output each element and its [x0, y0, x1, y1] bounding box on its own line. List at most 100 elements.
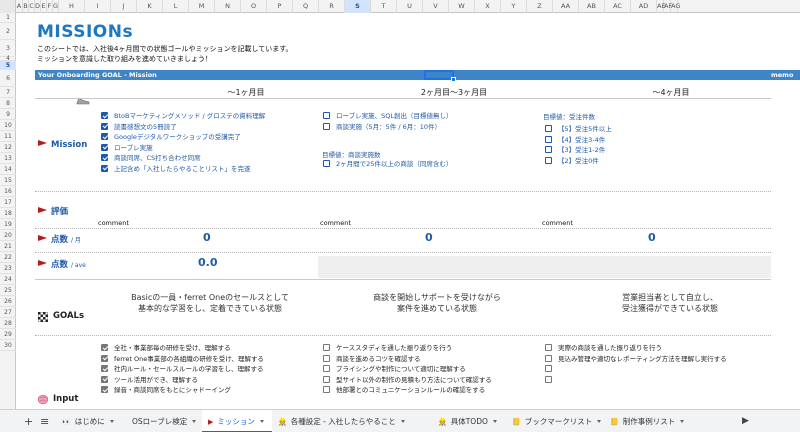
row-header-14[interactable]: 14	[0, 164, 16, 175]
row-header-8[interactable]: 8	[0, 98, 16, 109]
selected-cell[interactable]	[424, 70, 456, 82]
checkbox[interactable]	[323, 365, 330, 373]
sheet-tab[interactable]: 📒 ブックマークリスト	[506, 410, 604, 432]
column-header-ab[interactable]: AB	[579, 0, 605, 13]
column-header-y[interactable]: Y	[501, 0, 527, 13]
row-header-6[interactable]: 6	[0, 70, 16, 87]
row-header-10[interactable]: 10	[0, 120, 16, 131]
checkbox[interactable]	[545, 375, 552, 383]
select-all-corner[interactable]	[0, 0, 16, 13]
row-header-2[interactable]: 2	[0, 23, 16, 40]
column-header-h[interactable]: H	[59, 0, 85, 13]
column-header-x[interactable]: X	[475, 0, 501, 13]
column-header-i[interactable]: I	[85, 0, 111, 13]
checkbox[interactable]	[101, 112, 108, 119]
chevron-down-icon[interactable]	[680, 420, 685, 423]
row-header-29[interactable]: 29	[0, 329, 16, 340]
column-header-z[interactable]: Z	[527, 0, 553, 13]
row-header-18[interactable]: 18	[0, 208, 16, 219]
row-header-11[interactable]: 11	[0, 131, 16, 142]
checkbox[interactable]	[545, 344, 552, 351]
column-header-n[interactable]: N	[215, 0, 241, 13]
row-header-26[interactable]: 26	[0, 296, 16, 307]
column-header-aa[interactable]: AA	[553, 0, 579, 13]
column-header-q[interactable]: Q	[293, 0, 319, 13]
row-header-27[interactable]: 27	[0, 307, 16, 318]
sheet-grid[interactable]: MISSIONs このシートでは、入社後4ヶ月間での状態ゴールやミッションを記載…	[16, 13, 800, 409]
row-header-20[interactable]: 20	[0, 230, 16, 241]
sheet-tab[interactable]: 👷 具体TODO	[432, 410, 506, 432]
checkbox[interactable]	[545, 125, 552, 132]
column-header-k[interactable]: K	[137, 0, 163, 13]
column-header-m[interactable]: M	[189, 0, 215, 13]
row-header-1[interactable]: 1	[0, 13, 16, 23]
checkbox[interactable]	[545, 354, 552, 362]
chevron-down-icon[interactable]	[109, 420, 114, 423]
row-header-21[interactable]: 21	[0, 241, 16, 252]
row-header-23[interactable]: 23	[0, 263, 16, 274]
row-header-25[interactable]: 25	[0, 285, 16, 296]
checkbox[interactable]	[323, 375, 330, 383]
checkbox[interactable]	[545, 146, 552, 154]
checkbox[interactable]	[101, 143, 108, 151]
row-header-19[interactable]: 19	[0, 219, 16, 230]
chevron-down-icon[interactable]	[400, 420, 405, 423]
row-header-7[interactable]: 7	[0, 87, 16, 98]
column-header-r[interactable]: R	[319, 0, 345, 13]
checkbox[interactable]	[101, 375, 108, 383]
chevron-down-icon[interactable]	[192, 420, 197, 423]
chevron-down-icon[interactable]	[597, 420, 602, 423]
checkbox[interactable]	[101, 133, 108, 141]
sheet-tab[interactable]: ▶ ミッション	[202, 410, 272, 432]
column-header-u[interactable]: U	[397, 0, 423, 13]
column-header-a[interactable]: A	[16, 0, 23, 13]
checkbox[interactable]	[323, 344, 330, 351]
sheet-tab[interactable]: OSローブレ検定	[126, 410, 202, 432]
checkbox[interactable]	[323, 122, 330, 130]
column-header-t[interactable]: T	[371, 0, 397, 13]
sheet-tab[interactable]: 👷 各種設定 - 入社したらやること	[272, 410, 432, 432]
checkbox[interactable]	[323, 112, 330, 119]
checkbox[interactable]	[101, 365, 108, 373]
column-header-l[interactable]: L	[163, 0, 189, 13]
row-header-28[interactable]: 28	[0, 318, 16, 329]
column-header-ae[interactable]: AE	[657, 0, 666, 13]
checkbox[interactable]	[101, 122, 108, 130]
row-header-15[interactable]: 15	[0, 175, 16, 186]
checkbox[interactable]	[323, 160, 330, 167]
checkbox[interactable]	[101, 354, 108, 362]
sheet-tab[interactable]: 👀 はじめに	[56, 410, 126, 432]
column-header-ad[interactable]: AD	[631, 0, 657, 13]
checkbox[interactable]	[323, 354, 330, 362]
column-header-s[interactable]: S	[345, 0, 371, 13]
chevron-down-icon[interactable]	[492, 420, 497, 423]
row-header-16[interactable]: 16	[0, 186, 16, 197]
column-header-o[interactable]: O	[241, 0, 267, 13]
column-header-af[interactable]: AF	[664, 0, 672, 13]
checkbox[interactable]	[323, 386, 330, 394]
checkbox[interactable]	[101, 344, 108, 351]
checkbox[interactable]	[545, 156, 552, 164]
fill-handle[interactable]	[451, 77, 456, 82]
row-header-13[interactable]: 13	[0, 153, 16, 164]
all-sheets-menu-button[interactable]: ≡	[40, 410, 49, 432]
row-header-12[interactable]: 12	[0, 142, 16, 153]
checkbox[interactable]	[545, 135, 552, 143]
column-header-v[interactable]: V	[423, 0, 449, 13]
row-header-17[interactable]: 17	[0, 197, 16, 208]
checkbox[interactable]	[545, 365, 552, 373]
comment-3[interactable]: comment	[542, 219, 573, 227]
checkbox[interactable]	[101, 154, 108, 162]
row-header-30[interactable]: 30	[0, 340, 16, 351]
column-header-ac[interactable]: AC	[605, 0, 631, 13]
checkbox[interactable]	[101, 164, 108, 172]
row-header-5[interactable]: 5	[0, 61, 16, 70]
comment-1[interactable]: comment	[98, 219, 129, 227]
row-header-9[interactable]: 9	[0, 109, 16, 120]
checkbox[interactable]	[101, 386, 108, 394]
column-header-w[interactable]: W	[449, 0, 475, 13]
row-header-22[interactable]: 22	[0, 252, 16, 263]
column-header-ag[interactable]: AG	[671, 0, 680, 13]
sheet-tab[interactable]: 📒 制作事例リスト	[604, 410, 700, 432]
comment-2[interactable]: comment	[320, 219, 351, 227]
